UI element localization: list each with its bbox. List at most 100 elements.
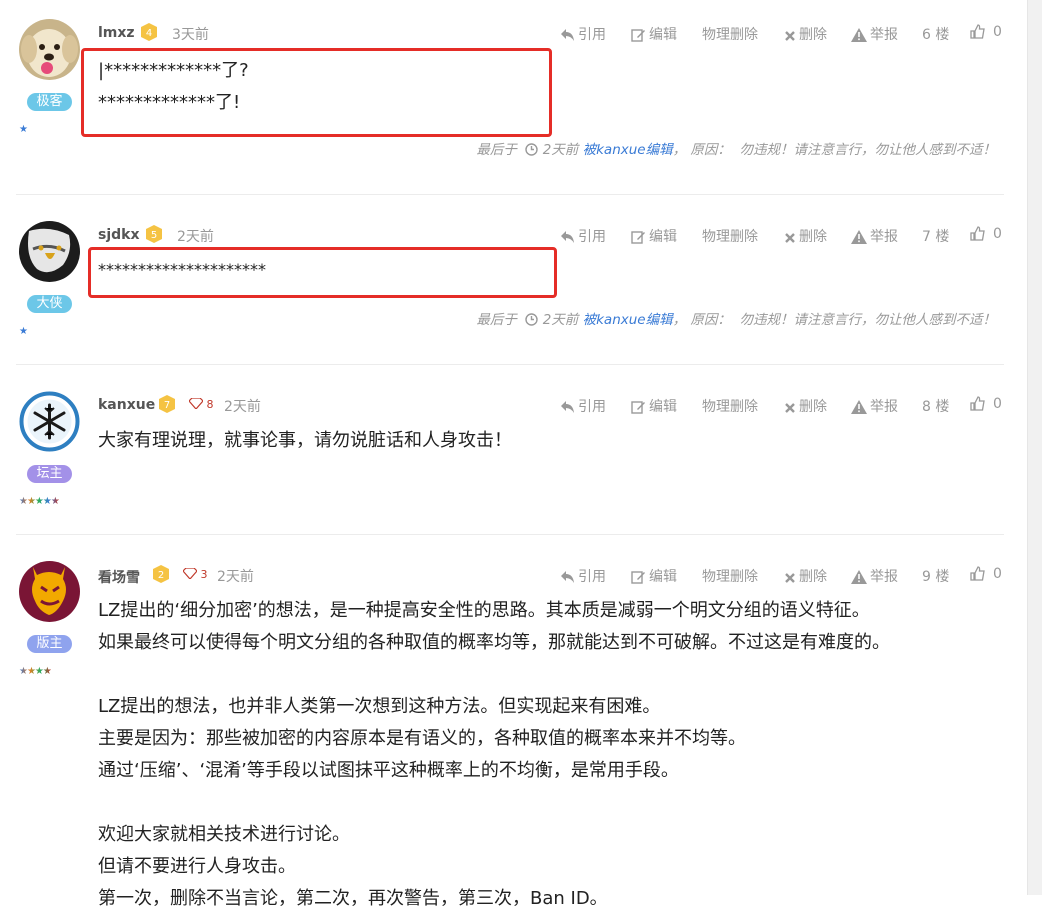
like-button[interactable]: 0 — [970, 24, 1002, 40]
content-line — [98, 659, 890, 691]
report-label: 举报 — [870, 569, 898, 585]
editor-link[interactable]: 被kanxue编辑 — [583, 142, 673, 158]
avatar[interactable] — [19, 19, 80, 80]
report-button[interactable]: 举报 — [851, 396, 898, 416]
gem-badge: 3 — [182, 567, 208, 581]
delete-button[interactable]: 删除 — [784, 24, 827, 44]
role-label: 极客 — [36, 94, 63, 109]
content-line: 主要是因为：那些被加密的内容原本是有语义的，各种取值的概率本来并不均等。 — [98, 728, 746, 749]
quote-button[interactable]: 引用 — [560, 24, 606, 44]
thumbs-up-icon — [970, 396, 985, 411]
edit-button[interactable]: 编辑 — [631, 226, 677, 246]
edit-icon — [631, 29, 645, 42]
gem-count: 8 — [206, 398, 214, 411]
diamond-icon — [182, 567, 198, 580]
edit-reason-label: 原因： — [690, 142, 731, 158]
reply-arrow-icon — [561, 29, 574, 41]
username[interactable]: kanxue — [98, 397, 155, 413]
role-badge: 版主 — [27, 635, 72, 653]
page-scrollbar[interactable] — [1027, 0, 1042, 895]
edit-icon — [631, 401, 645, 414]
edit-button[interactable]: 编辑 — [631, 566, 677, 586]
warning-icon — [851, 400, 867, 414]
diamond-icon — [188, 397, 204, 410]
hard-delete-button[interactable]: 物理删除 — [702, 24, 758, 44]
quote-button[interactable]: 引用 — [560, 396, 606, 416]
avatar-sun-devil-image — [19, 561, 80, 622]
warning-icon — [851, 570, 867, 584]
gem-badge: 8 — [188, 397, 214, 411]
reply-arrow-icon — [561, 231, 574, 243]
like-button[interactable]: 0 — [970, 226, 1002, 242]
level-number: 4 — [146, 28, 152, 39]
hard-delete-button[interactable]: 物理删除 — [702, 226, 758, 246]
post-floor-7: 大侠 ★ sjdkx 5 2天前 引用 编辑 物理删除 删除 举报 7 楼 0 … — [0, 196, 1004, 364]
post-divider — [16, 194, 1004, 195]
role-label: 坛主 — [36, 466, 63, 481]
delete-label: 删除 — [799, 399, 827, 415]
warning-icon — [851, 28, 867, 42]
edit-reason-label: 原因： — [690, 312, 731, 328]
post-time: 2天前 — [224, 399, 261, 415]
edit-button[interactable]: 编辑 — [631, 396, 677, 416]
like-count: 0 — [993, 566, 1002, 582]
post-floor-8: 坛主 ★★★★★ kanxue 7 8 2天前 引用 编辑 物理删除 删除 举报… — [0, 366, 1004, 534]
role-label: 大侠 — [36, 296, 63, 311]
edit-time: 2天前 — [542, 312, 579, 328]
content-line: 如果最终可以使得每个明文分组的各种取值的概率均等，那就能达到不可破解。不过这是有… — [98, 632, 890, 653]
edit-label: 编辑 — [649, 569, 677, 585]
like-count: 0 — [993, 24, 1002, 40]
avatar[interactable] — [19, 221, 80, 282]
like-button[interactable]: 0 — [970, 396, 1002, 412]
username[interactable]: lmxz — [98, 25, 135, 41]
edit-icon — [631, 571, 645, 584]
username[interactable]: sjdkx — [98, 227, 140, 243]
floor-number: 7 楼 — [922, 229, 950, 245]
level-badge-icon: 7 — [159, 395, 175, 413]
thumbs-up-icon — [970, 566, 985, 581]
delete-button[interactable]: 删除 — [784, 226, 827, 246]
report-label: 举报 — [870, 399, 898, 415]
edit-note-prefix: 最后于 — [476, 142, 517, 158]
role-badge: 大侠 — [27, 295, 72, 313]
editor-link[interactable]: 被kanxue编辑 — [583, 312, 673, 328]
edit-button[interactable]: 编辑 — [631, 24, 677, 44]
content-line: LZ提出的想法，也并非人类第一次想到这种方法。但实现起来有困难。 — [98, 696, 661, 717]
like-button[interactable]: 0 — [970, 566, 1002, 582]
edit-label: 编辑 — [649, 27, 677, 43]
post-content: LZ提出的‘细分加密’的想法，是一种提高安全性的思路。其本质是减弱一个明文分组的… — [98, 595, 890, 915]
stars-text: ★ — [19, 124, 28, 135]
delete-button[interactable]: 删除 — [784, 566, 827, 586]
report-button[interactable]: 举报 — [851, 24, 898, 44]
content-line: 第一次，删除不当言论，第二次，再次警告，第三次，Ban ID。 — [98, 888, 608, 909]
close-icon — [785, 233, 795, 243]
quote-label: 引用 — [578, 399, 606, 415]
edit-note-separator: ， — [672, 312, 687, 328]
content-line: 通过‘压缩’、‘混淆’等手段以试图抹平这种概率上的不均衡，是常用手段。 — [98, 760, 679, 781]
report-button[interactable]: 举报 — [851, 566, 898, 586]
floor-number: 6 楼 — [922, 27, 950, 43]
edit-time: 2天前 — [542, 142, 579, 158]
delete-button[interactable]: 删除 — [784, 396, 827, 416]
post-time: 3天前 — [172, 27, 209, 43]
edit-icon — [631, 231, 645, 244]
hard-delete-button[interactable]: 物理删除 — [702, 566, 758, 586]
avatar[interactable] — [19, 391, 80, 452]
report-button[interactable]: 举报 — [851, 226, 898, 246]
post-floor-9: 版主 ★★★★ 看场雪 2 3 2天前 引用 编辑 物理删除 删除 举报 9 楼… — [0, 536, 1004, 909]
quote-label: 引用 — [578, 569, 606, 585]
level-number: 2 — [158, 570, 164, 581]
avatar[interactable] — [19, 561, 80, 622]
role-badge: 极客 — [27, 93, 72, 111]
quote-button[interactable]: 引用 — [560, 566, 606, 586]
quote-button[interactable]: 引用 — [560, 226, 606, 246]
hard-delete-button[interactable]: 物理删除 — [702, 396, 758, 416]
level-badge-icon: 4 — [141, 23, 157, 41]
username[interactable]: 看场雪 — [98, 567, 140, 587]
star-rating: ★ — [19, 326, 28, 337]
post-time: 2天前 — [217, 569, 254, 585]
report-label: 举报 — [870, 27, 898, 43]
star-rating: ★★★★ — [19, 667, 52, 677]
level-badge-icon: 2 — [153, 565, 169, 583]
stars-text: ★ — [19, 326, 28, 337]
